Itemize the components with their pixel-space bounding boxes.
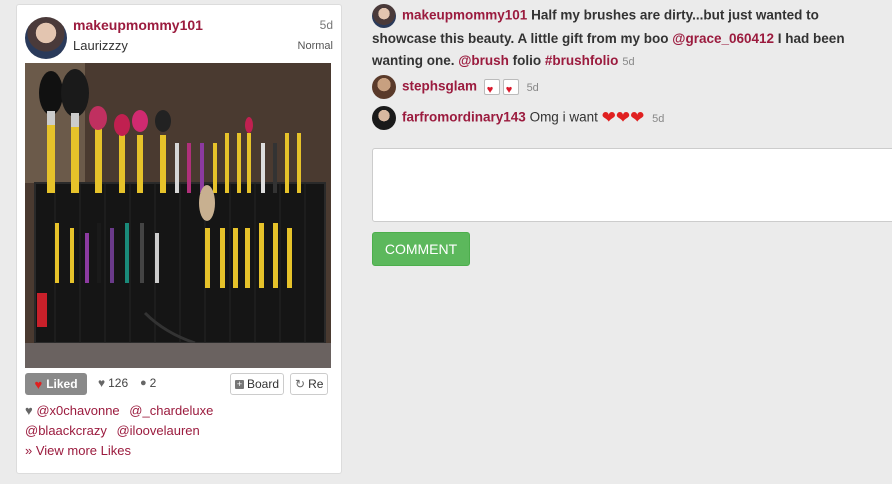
speech-bubble-icon: ●	[140, 377, 147, 389]
comments-stat[interactable]: ● 2	[140, 376, 156, 390]
post-actions: ♥ Liked ♥ 126 ● 2 + Board ↻ Re	[25, 373, 333, 397]
commenter-avatar[interactable]	[372, 106, 396, 130]
repost-label: Re	[308, 377, 324, 391]
comment-time: 5d	[652, 112, 665, 125]
liker-link[interactable]: @blaackcrazy	[25, 423, 107, 438]
heart-icon: ♥	[25, 403, 33, 418]
plus-square-icon: +	[235, 378, 244, 389]
liked-button[interactable]: ♥ Liked	[25, 373, 87, 395]
heart-emoji-icon	[483, 79, 500, 101]
liker-link[interactable]: @iloovelauren	[116, 423, 199, 438]
post-photo[interactable]	[25, 63, 331, 368]
comment-username[interactable]: farfromordinary143	[402, 110, 526, 125]
post-username[interactable]: makeupmommy101	[73, 17, 203, 33]
comments-count: 2	[149, 376, 157, 390]
comment-username[interactable]: stephsglam	[402, 79, 477, 94]
mention-link[interactable]: @brush	[458, 53, 509, 68]
liker-link[interactable]: @_chardeluxe	[129, 403, 213, 418]
comment-row: farfromordinary143 Omg i want ❤❤❤ 5d	[372, 106, 852, 130]
comment-text: folio	[508, 53, 545, 68]
comment-time: 5d	[526, 81, 539, 94]
heart-emoji-icon: ❤❤❤	[601, 108, 645, 127]
brush-folio-image	[25, 63, 331, 368]
comment-time: 5d	[622, 56, 635, 68]
comment-button[interactable]: COMMENT	[372, 232, 470, 266]
board-label: Board	[247, 377, 280, 391]
heart-icon: ♥	[98, 376, 106, 390]
view-more-likes-link[interactable]: » View more Likes	[25, 443, 131, 458]
post-header: makeupmommy101 Laurizzzy 5d Normal	[25, 17, 333, 61]
heart-icon: ♥	[34, 376, 43, 392]
repost-button[interactable]: ↻ Re	[290, 373, 329, 395]
board-button[interactable]: + Board	[230, 373, 285, 395]
likers-list: ♥ @x0chavonne @_chardeluxe @blaackcrazy …	[25, 401, 335, 461]
post-time: 5d	[319, 18, 333, 32]
user-avatar[interactable]	[25, 17, 67, 59]
mention-link[interactable]: @grace_060412	[672, 31, 774, 46]
commenter-avatar[interactable]	[372, 4, 396, 28]
post-caption: Laurizzzy	[73, 38, 128, 53]
liker-link[interactable]: @x0chavonne	[36, 403, 119, 418]
heart-emoji-icon	[502, 79, 519, 101]
likes-stat[interactable]: ♥ 126	[98, 376, 128, 390]
comment-username[interactable]: makeupmommy101	[402, 8, 527, 23]
post-filter: Normal	[297, 40, 333, 52]
likes-count: 126	[108, 376, 129, 390]
repost-icon: ↻	[295, 377, 306, 391]
liked-label: Liked	[46, 377, 78, 391]
comment-text: Omg i want	[529, 109, 598, 125]
comment-input[interactable]	[372, 148, 892, 222]
commenter-avatar[interactable]	[372, 75, 396, 99]
post-card: makeupmommy101 Laurizzzy 5d Normal ♥ Lik…	[16, 4, 342, 474]
comment-row: stephsglam 5d	[372, 75, 852, 101]
comment-main: makeupmommy101 Half my brushes are dirty…	[372, 4, 852, 73]
hashtag-link[interactable]: #brushfolio	[545, 53, 619, 68]
